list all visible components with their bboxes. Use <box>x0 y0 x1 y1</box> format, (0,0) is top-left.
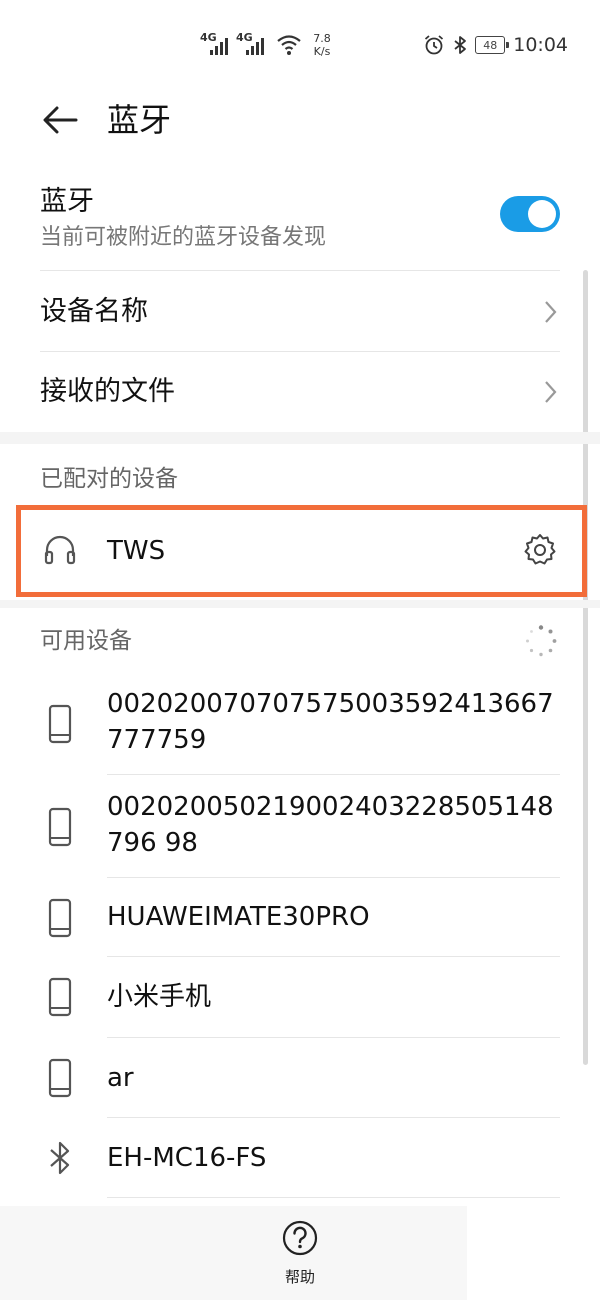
network-speed-unit: K/s <box>313 45 331 58</box>
status-network-group: 4G 4G 7.8 K/s <box>200 28 336 62</box>
available-device-row[interactable]: 002020070707575003592413667777759 <box>0 672 600 774</box>
network-speed-value: 7.8 <box>313 32 331 45</box>
bluetooth-toggle-row[interactable]: 蓝牙 当前可被附近的蓝牙设备发现 <box>0 176 600 270</box>
cellular-signal-1-icon: 4G <box>200 31 232 59</box>
available-device-row[interactable]: ar <box>0 1038 600 1117</box>
switch-knob <box>528 200 556 228</box>
divider <box>107 1197 560 1198</box>
paired-devices-section-label: 已配对的设备 <box>40 466 178 492</box>
phone-icon <box>48 1058 72 1098</box>
highlight-box <box>16 505 587 597</box>
device-name-label: 设备名称 <box>40 296 148 327</box>
section-gap <box>0 432 600 444</box>
device-name-row[interactable]: 设备名称 <box>0 272 600 352</box>
phone-icon <box>48 807 72 847</box>
available-device-name: HUAWEIMATE30PRO <box>107 902 370 932</box>
help-icon <box>282 1220 318 1256</box>
back-button[interactable] <box>38 98 82 142</box>
available-device-row[interactable]: EH-MC16-FS <box>0 1118 600 1198</box>
bluetooth-visibility-subtitle: 当前可被附近的蓝牙设备发现 <box>40 225 327 250</box>
back-arrow-icon <box>43 106 78 134</box>
available-device-row[interactable]: HUAWEIMATE30PRO <box>0 878 600 956</box>
available-device-row[interactable]: 小米手机 <box>0 957 600 1037</box>
status-time: 10:04 <box>513 34 568 56</box>
app-header: 蓝牙 <box>0 88 600 152</box>
available-device-name: EH-MC16-FS <box>107 1143 267 1173</box>
bluetooth-status-icon <box>454 36 467 54</box>
alarm-icon <box>425 35 444 55</box>
available-device-name: 002020070707575003592413667777759 <box>107 689 554 755</box>
bluetooth-switch[interactable] <box>500 196 560 232</box>
received-files-row[interactable]: 接收的文件 <box>0 352 600 432</box>
available-device-row[interactable]: 002020050219002403228505148796 98 <box>0 775 600 877</box>
status-bar: 4G 4G 7.8 K/s 48 10:04 <box>0 0 600 88</box>
battery-icon: 48 <box>475 36 510 54</box>
network-speed: 7.8 K/s <box>308 32 336 58</box>
phone-icon <box>48 704 72 744</box>
available-device-name: 小米手机 <box>107 982 212 1012</box>
battery-level: 48 <box>483 38 498 52</box>
chevron-right-icon <box>545 301 557 323</box>
available-devices-section-label: 可用设备 <box>40 628 132 654</box>
section-gap <box>0 600 600 608</box>
bottom-bar: 帮助 <box>0 1206 600 1300</box>
bluetooth-icon <box>50 1141 70 1175</box>
wifi-icon <box>277 35 301 55</box>
help-label: 帮助 <box>284 1268 315 1286</box>
bluetooth-label: 蓝牙 <box>40 186 94 217</box>
page-title: 蓝牙 <box>107 101 172 139</box>
cellular-signal-2-icon: 4G <box>236 31 268 59</box>
available-device-name: 002020050219002403228505148796 98 <box>107 792 554 858</box>
status-right-group: 48 10:04 <box>423 30 568 60</box>
received-files-label: 接收的文件 <box>40 376 175 407</box>
chevron-right-icon <box>545 381 557 403</box>
loading-spinner-icon <box>526 625 557 657</box>
phone-icon <box>48 977 72 1017</box>
help-button[interactable]: 帮助 <box>268 1220 332 1290</box>
bluetooth-settings-screen: 4G 4G 7.8 K/s 48 10:04 蓝牙 蓝牙 当前可被附近的蓝牙设备… <box>0 0 600 1300</box>
phone-icon <box>48 898 72 938</box>
available-device-name: ar <box>107 1063 134 1093</box>
divider <box>40 270 560 271</box>
